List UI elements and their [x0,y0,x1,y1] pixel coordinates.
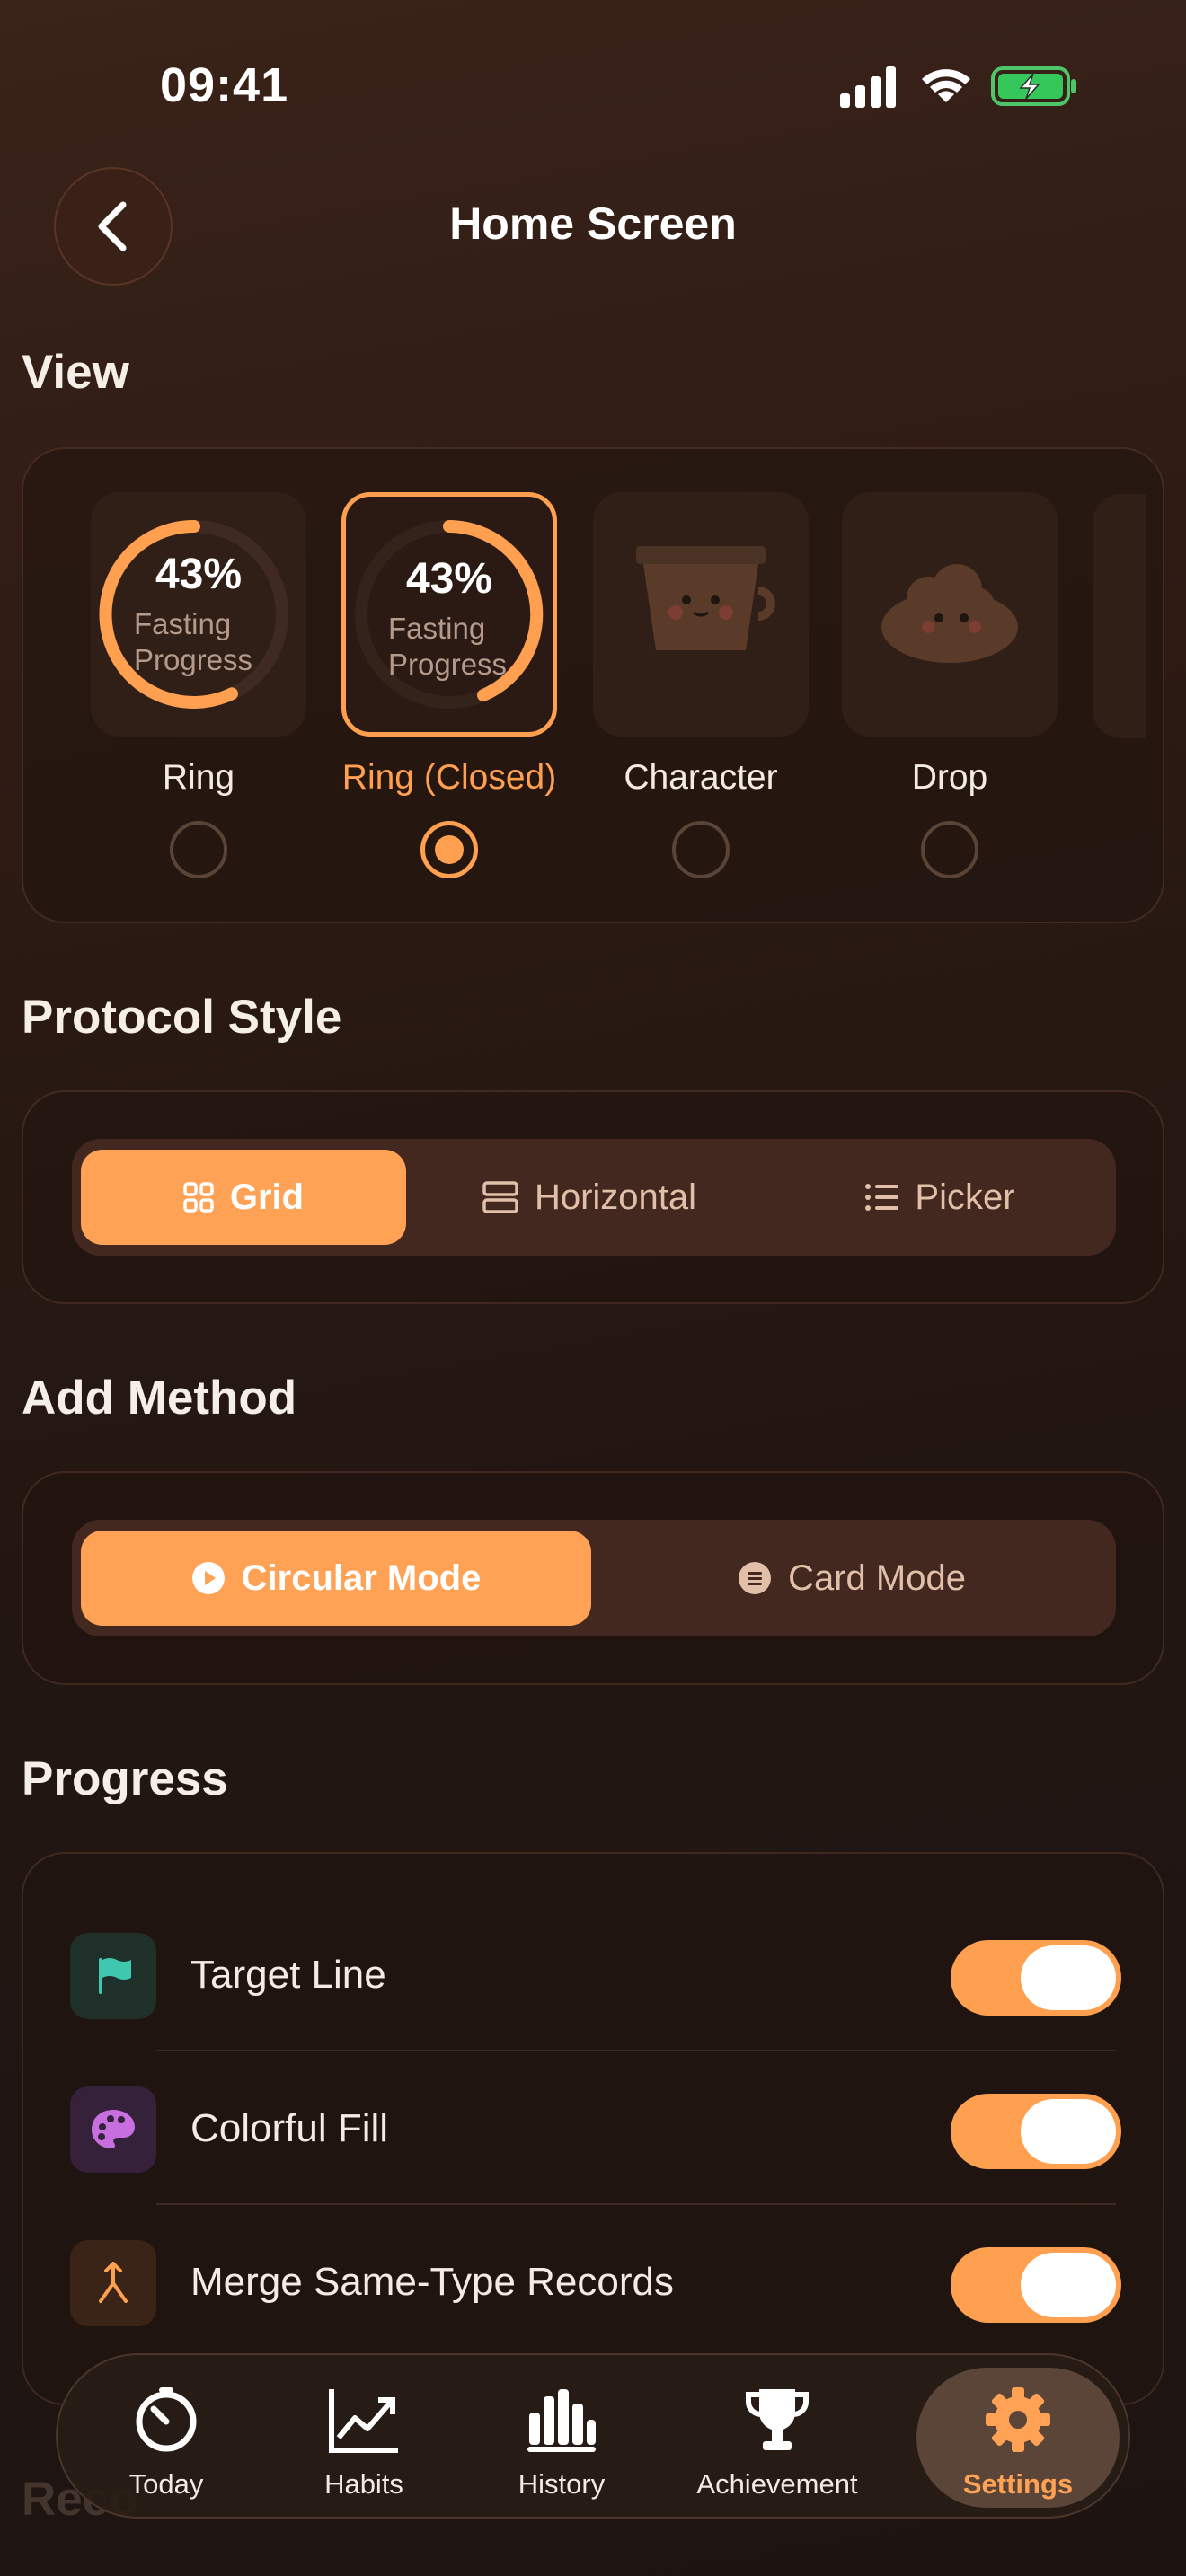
drop-character-icon [881,564,1018,663]
section-title-add-method: Add Method [22,1372,297,1425]
tab-habits[interactable]: Habits [270,2368,458,2508]
palette-icon [70,2086,156,2173]
section-title-protocol-style: Protocol Style [22,991,342,1044]
tab-label: Achievement [696,2468,858,2500]
add-method-circular[interactable]: Circular Mode [81,1531,591,1626]
tab-label: Habits [324,2468,403,2500]
radio-ring-closed[interactable] [420,821,478,878]
toggle-merge-records[interactable] [951,2247,1121,2323]
status-icons [840,66,1076,108]
radio-drop[interactable] [921,821,978,878]
ring-caption: Progress [134,643,253,676]
divider [156,2203,1116,2205]
add-method-label: Card Mode [788,1557,966,1598]
toggle-colorful-fill[interactable] [951,2094,1121,2169]
ring-percent: 43% [155,551,243,598]
setting-label: Merge Same-Type Records [190,2260,674,2304]
section-title-view: View [22,346,129,399]
add-method-segmented: Circular Mode Card Mode [72,1520,1116,1636]
add-method-card-mode[interactable]: Card Mode [597,1531,1107,1626]
bar-chart-icon [527,2389,596,2452]
setting-label: Target Line [190,1953,386,1997]
setting-label: Colorful Fill [190,2106,389,2150]
tab-today[interactable]: Today [72,2368,261,2508]
ring-closed-caption: Fasting [388,612,486,645]
view-option-peek [1093,494,1146,738]
gear-icon [986,2387,1050,2452]
setting-row-target-line: Target Line [70,1933,1121,2019]
horizontal-list-icon [482,1181,518,1213]
protocol-option-horizontal[interactable]: Horizontal [419,1150,760,1245]
tab-label: Today [128,2468,204,2500]
ring-closed-caption: Progress [388,648,508,681]
divider [156,2050,1116,2051]
protocol-option-picker[interactable]: Picker [773,1150,1107,1245]
setting-row-colorful-fill: Colorful Fill [70,2086,1121,2173]
tab-achievement[interactable]: Achievement [665,2368,890,2508]
battery-charging-icon [991,66,1076,106]
play-circle-icon [191,1562,225,1594]
cup-character-icon [636,546,775,650]
drop-thumbnail [842,492,1058,737]
radio-ring[interactable] [170,821,227,878]
timer-icon [136,2387,197,2452]
status-time: 09:41 [160,58,289,112]
tab-history[interactable]: History [467,2368,656,2508]
tab-label: History [518,2468,606,2500]
character-thumbnail [593,492,809,737]
grid-icon [183,1182,214,1213]
ring-thumbnail: 43% Fasting Progress [91,492,306,737]
trophy-icon [746,2389,809,2450]
ring-closed-percent: 43% [405,555,493,603]
tab-settings[interactable]: Settings [916,2368,1120,2508]
protocol-option-label: Picker [915,1177,1015,1217]
card-mode-icon [739,1562,772,1594]
section-title-progress: Progress [22,1752,228,1805]
protocol-option-label: Grid [229,1177,305,1217]
ring-closed-thumbnail: 43% Fasting Progress [341,492,557,737]
radio-character[interactable] [672,821,730,878]
protocol-option-label: Horizontal [534,1177,697,1217]
toggle-target-line[interactable] [951,1940,1121,2016]
protocol-option-grid[interactable]: Grid [81,1150,406,1245]
trend-chart-icon [329,2389,398,2453]
add-method-label: Circular Mode [241,1557,482,1598]
view-option-label: Drop [911,758,988,797]
view-option-label: Character [624,758,778,797]
setting-row-merge: Merge Same-Type Records [70,2240,1121,2326]
list-icon [865,1184,899,1211]
ring-caption: Fasting [134,607,232,640]
tab-label: Settings [962,2468,1074,2500]
flag-icon [70,1933,156,2019]
page-title: Home Screen [449,198,737,249]
tab-bar: Today Habits History Achievement Setting… [56,2353,1130,2519]
signal-icon [840,66,896,108]
view-option-label: Ring [162,758,235,797]
merge-icon [70,2240,156,2326]
protocol-style-segmented: Grid Horizontal Picker [72,1139,1116,1256]
wifi-icon [922,69,970,102]
view-option-label: Ring (Closed) [341,758,557,797]
